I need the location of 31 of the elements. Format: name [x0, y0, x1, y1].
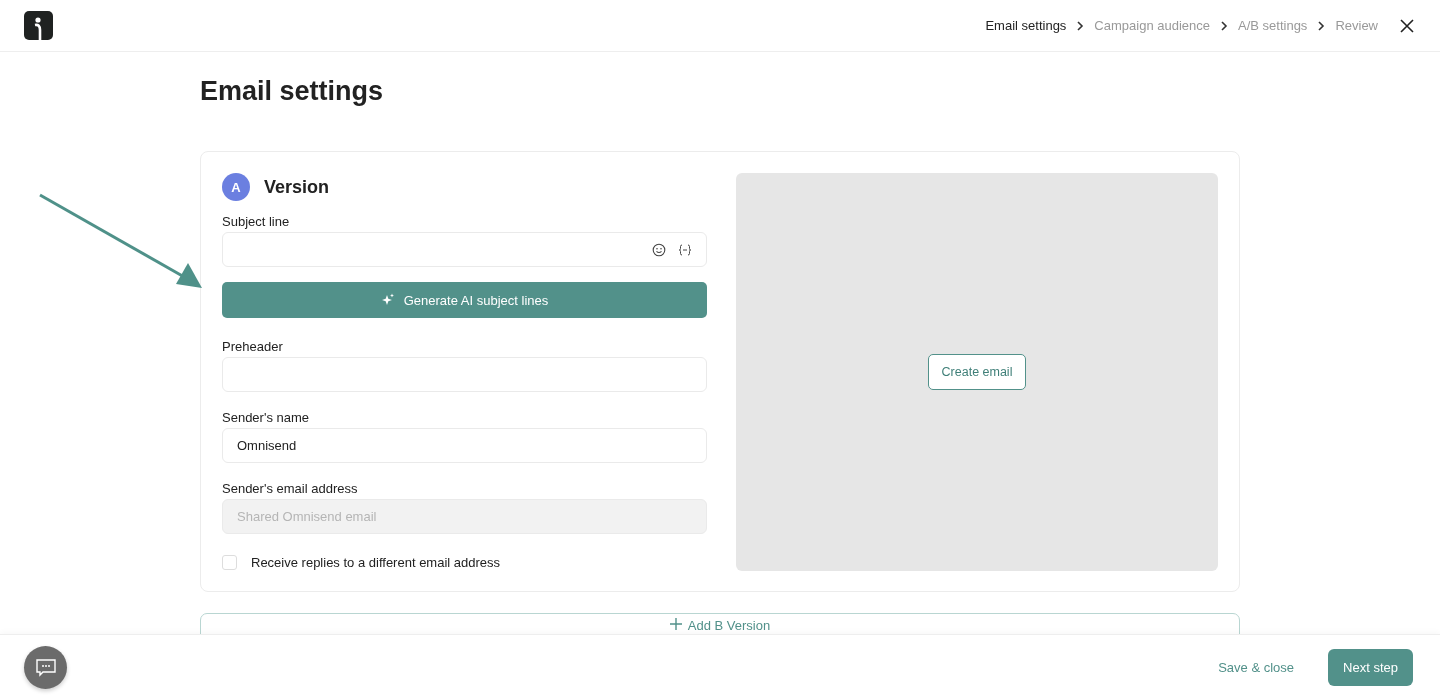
step-link[interactable]: Email settings — [985, 18, 1067, 33]
step-link[interactable]: Campaign audience — [1094, 18, 1210, 33]
field-label: Sender's name — [222, 411, 311, 425]
version-title: Version — [264, 176, 330, 198]
plus-icon — [669, 618, 682, 630]
step-link[interactable]: A/B settings — [1238, 18, 1308, 33]
add-version-button[interactable]: Add B Version — [200, 613, 1240, 634]
checkbox[interactable] — [222, 555, 237, 570]
field-label: Preheader — [222, 340, 284, 354]
step-link[interactable]: Review — [1335, 18, 1378, 33]
save-close-button[interactable]: Save & close — [1212, 659, 1301, 676]
input-field[interactable]: Omnisend — [222, 428, 707, 463]
checkbox-label: Receive replies to a different email address — [251, 555, 501, 570]
input-field[interactable] — [222, 232, 707, 267]
sparkle-icon — [380, 293, 395, 307]
chevron-icon — [1220, 20, 1228, 31]
braces-icon[interactable] — [678, 242, 692, 257]
chat-button[interactable] — [24, 646, 67, 689]
chat-icon — [35, 658, 56, 677]
chevron-icon — [1076, 20, 1085, 31]
field-label: Sender's email address — [222, 482, 359, 496]
logo-icon[interactable] — [24, 11, 53, 40]
close-icon[interactable] — [1400, 18, 1414, 33]
version-badge: A — [222, 173, 250, 201]
next-step-button[interactable]: Next step — [1328, 649, 1413, 686]
field-label: Subject line — [222, 215, 291, 229]
page-title: Email settings — [200, 75, 385, 108]
chevron-icon — [1317, 20, 1326, 31]
emoji-icon[interactable] — [652, 242, 666, 257]
create-email-button[interactable]: Create email — [927, 354, 1027, 390]
generate-button[interactable]: Generate AI subject lines — [222, 282, 707, 318]
